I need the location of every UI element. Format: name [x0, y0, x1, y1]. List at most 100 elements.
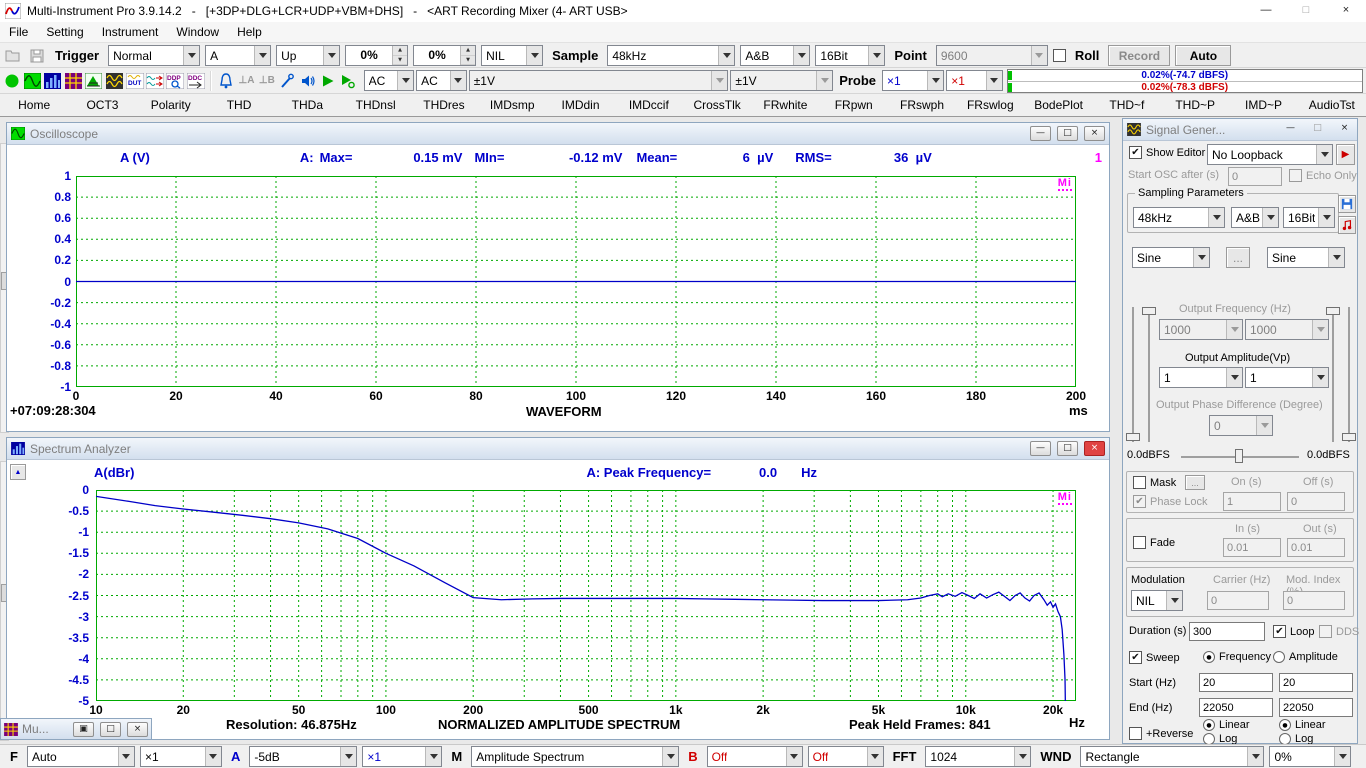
ddc-viewer-icon[interactable]: DDC: [187, 71, 205, 91]
app-maximize-button[interactable]: □: [1286, 0, 1326, 22]
tab-frswph[interactable]: FRswph: [888, 94, 956, 116]
sweep-checkbox[interactable]: ✔: [1129, 651, 1142, 664]
tab-crosstlk[interactable]: CrossTlk: [683, 94, 751, 116]
level-a-coarse-slider[interactable]: [1148, 307, 1150, 442]
frequency-range-select[interactable]: Auto: [27, 746, 135, 767]
trigger-edge-select[interactable]: Up: [276, 45, 340, 66]
sweep-frequency-radio[interactable]: ●: [1203, 651, 1215, 663]
probe-a-select[interactable]: ×1: [882, 70, 944, 91]
minimize-button[interactable]: —: [1030, 126, 1051, 141]
app-minimize-button[interactable]: —: [1246, 0, 1286, 22]
slider-thumb[interactable]: [1342, 433, 1356, 441]
auto-button[interactable]: Auto: [1175, 45, 1231, 66]
close-button[interactable]: ×: [1334, 122, 1355, 137]
measurement-mode-select[interactable]: Amplitude Spectrum: [471, 746, 679, 767]
spectrum-3d-plot-icon[interactable]: [85, 71, 103, 91]
menu-window[interactable]: Window: [167, 22, 228, 43]
tab-oct3[interactable]: OCT3: [68, 94, 136, 116]
level-b-coarse-slider[interactable]: [1332, 307, 1334, 442]
reverse-checkbox[interactable]: [1129, 727, 1142, 740]
sweep-end-b-input[interactable]: 22050: [1279, 698, 1353, 717]
sweep-start-b-input[interactable]: 20: [1279, 673, 1353, 692]
trigger-mode-select[interactable]: Normal: [108, 45, 200, 66]
scroll-up-button[interactable]: ▲: [10, 464, 26, 480]
sampling-bits-select[interactable]: 16Bit: [815, 45, 885, 66]
probe-b-select[interactable]: ×1: [946, 70, 1002, 91]
ddp-viewer-icon[interactable]: DDP: [166, 71, 184, 91]
open-wave-library-button[interactable]: [1338, 216, 1356, 234]
signal-generator-icon[interactable]: [105, 71, 123, 91]
probe-calibration-icon[interactable]: [278, 71, 296, 91]
waveform-plot[interactable]: Mi: [76, 176, 1076, 387]
b-mode2-select[interactable]: Off: [808, 746, 884, 767]
tab-bodeplot[interactable]: BodePlot: [1024, 94, 1092, 116]
mask-checkbox[interactable]: [1133, 476, 1146, 489]
tab-thdnsl[interactable]: THDnsl: [341, 94, 409, 116]
menu-instrument[interactable]: Instrument: [93, 22, 168, 43]
a-mult-select[interactable]: ×1: [362, 746, 442, 767]
overlap-select[interactable]: 0%: [1269, 746, 1351, 767]
trigger-delay-stepper[interactable]: 0%▲▼: [413, 45, 476, 66]
close-button[interactable]: ×: [1084, 126, 1105, 141]
maximize-button[interactable]: □: [100, 722, 121, 737]
tab-thd-p[interactable]: THD~P: [1161, 94, 1229, 116]
oscilloscope-icon[interactable]: [23, 71, 41, 91]
sampling-rate-select[interactable]: 48kHz: [607, 45, 735, 66]
amplitude-b-select[interactable]: 1: [1245, 367, 1329, 388]
generator-rate-select[interactable]: 48kHz: [1133, 207, 1225, 228]
maximize-button[interactable]: □: [1057, 441, 1078, 456]
tab-thdres[interactable]: THDres: [410, 94, 478, 116]
trigger-hpf-select[interactable]: NIL: [481, 45, 543, 66]
b-mode-select[interactable]: Off: [707, 746, 803, 767]
fft-size-select[interactable]: 1024: [925, 746, 1031, 767]
play-loop-icon[interactable]: [339, 71, 357, 91]
sweep-amplitude-radio[interactable]: [1273, 651, 1285, 663]
menu-setting[interactable]: Setting: [37, 22, 92, 43]
slider-thumb[interactable]: [1142, 307, 1156, 315]
modulation-select[interactable]: NIL: [1131, 590, 1183, 611]
close-button[interactable]: ×: [1084, 441, 1105, 456]
app-close-button[interactable]: ×: [1326, 0, 1366, 22]
tab-imdccif[interactable]: IMDccif: [615, 94, 683, 116]
slider-thumb[interactable]: [1126, 433, 1140, 441]
close-button[interactable]: ×: [127, 722, 148, 737]
tab-home[interactable]: Home: [0, 94, 68, 116]
level-a-fine-slider[interactable]: [1132, 307, 1134, 442]
sweep-start-a-input[interactable]: 20: [1199, 673, 1273, 692]
slider-thumb[interactable]: [1235, 449, 1243, 463]
frequency-mult-select[interactable]: ×1: [140, 746, 222, 767]
linear-a-radio[interactable]: ●: [1203, 719, 1215, 731]
derived-data-point-icon[interactable]: [146, 71, 164, 91]
tab-thd-f[interactable]: THD~f: [1093, 94, 1161, 116]
restore-button[interactable]: ▣: [73, 722, 94, 737]
sweep-end-a-input[interactable]: 22050: [1199, 698, 1273, 717]
tab-frswlog[interactable]: FRswlog: [956, 94, 1024, 116]
slider-thumb[interactable]: [1326, 307, 1340, 315]
sound-calibration-icon[interactable]: [217, 71, 235, 91]
window-type-select[interactable]: Rectangle: [1080, 746, 1264, 767]
loop-checkbox[interactable]: ✔: [1273, 625, 1286, 638]
a-range-select[interactable]: -5dB: [249, 746, 357, 767]
save-file-icon[interactable]: [27, 46, 46, 66]
multimeter-icon[interactable]: [64, 71, 82, 91]
tab-imd-p[interactable]: IMD~P: [1229, 94, 1297, 116]
tab-imdsmp[interactable]: IMDsmp: [478, 94, 546, 116]
volume-icon[interactable]: [298, 71, 316, 91]
save-signal-button[interactable]: [1338, 195, 1356, 213]
generator-bits-select[interactable]: 16Bit: [1283, 207, 1335, 228]
maximize-button[interactable]: □: [1057, 126, 1078, 141]
fade-checkbox[interactable]: [1133, 536, 1146, 549]
amplitude-a-select[interactable]: 1: [1159, 367, 1243, 388]
linear-b-radio[interactable]: ●: [1279, 719, 1291, 731]
generator-channels-select[interactable]: A&B: [1231, 207, 1279, 228]
roll-checkbox[interactable]: [1053, 49, 1066, 62]
show-editor-checkbox[interactable]: ✔: [1129, 146, 1142, 159]
sampling-channels-select[interactable]: A&B: [740, 45, 810, 66]
duration-input[interactable]: 300: [1189, 622, 1265, 641]
tab-imddin[interactable]: IMDdin: [546, 94, 614, 116]
device-under-test-icon[interactable]: DUT: [125, 71, 143, 91]
trigger-source-select[interactable]: A: [205, 45, 271, 66]
level-b-fine-slider[interactable]: [1348, 307, 1350, 442]
minimize-button[interactable]: —: [1280, 122, 1301, 137]
loopback-select[interactable]: No Loopback: [1207, 144, 1333, 165]
